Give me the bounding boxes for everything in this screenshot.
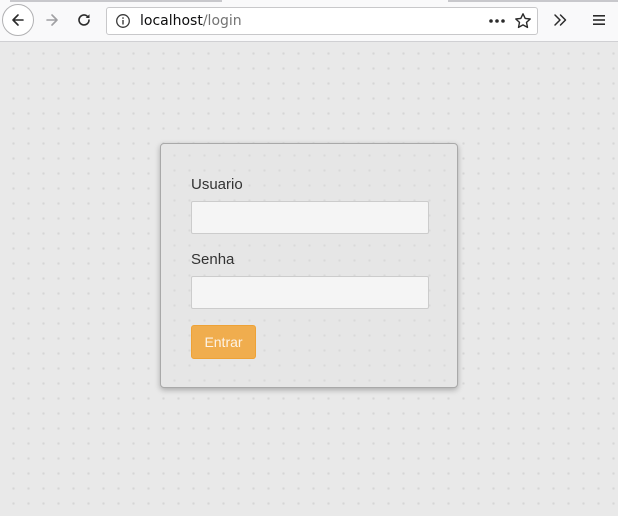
password-input[interactable] (191, 276, 429, 309)
password-label: Senha (191, 251, 235, 268)
url-bar[interactable]: localhost/login (106, 7, 538, 35)
reload-icon (78, 14, 90, 26)
chevron-double-right-icon (554, 14, 567, 26)
browser-toolbar: localhost/login (0, 0, 618, 42)
back-button[interactable] (2, 4, 34, 36)
url-text: localhost/login (140, 13, 242, 30)
url-host: localhost (140, 13, 203, 29)
overflow-menu-button[interactable] (546, 6, 574, 34)
info-icon[interactable] (115, 13, 131, 29)
app-menu-button[interactable] (585, 6, 613, 34)
login-button[interactable]: Entrar (191, 325, 256, 359)
hamburger-menu-icon (593, 15, 605, 25)
tab-strip-edge (10, 0, 222, 2)
username-input[interactable] (191, 201, 429, 234)
url-path: /login (202, 13, 242, 29)
reload-button[interactable] (70, 6, 98, 34)
more-horizontal-icon[interactable] (488, 13, 506, 29)
forward-button[interactable] (38, 6, 66, 34)
forward-arrow-icon (46, 14, 58, 26)
login-form: Usuario Senha Entrar (160, 143, 458, 388)
tab-strip-edge (448, 0, 618, 2)
page-content: Usuario Senha Entrar (0, 42, 618, 516)
back-arrow-icon (12, 14, 24, 26)
star-icon[interactable] (514, 12, 532, 30)
username-label: Usuario (191, 176, 243, 193)
